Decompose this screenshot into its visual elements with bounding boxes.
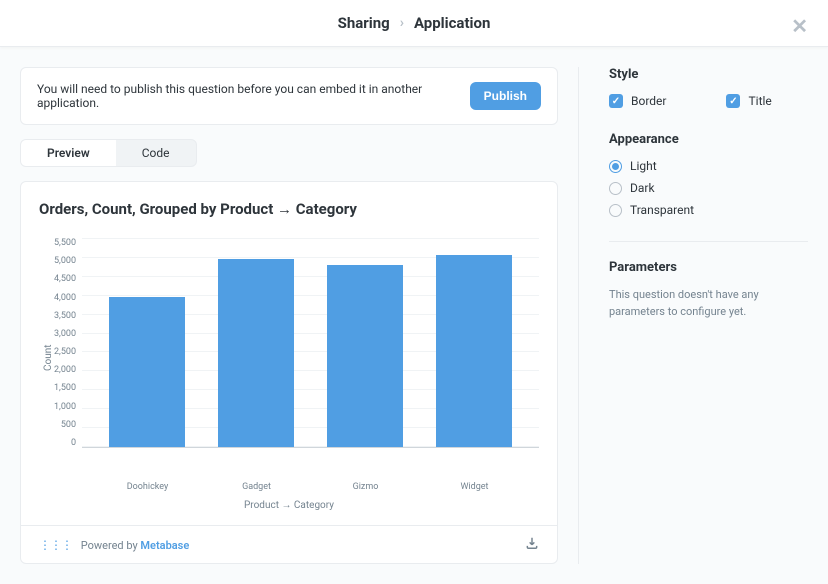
- y-axis-ticks: 5,500 5,000 4,500 4,000 3,500 3,000 2,500 2,000…: [54, 238, 82, 448]
- appearance-heading: Appearance: [609, 132, 808, 147]
- y-tick: 2,000: [54, 365, 76, 375]
- publish-button[interactable]: Publish: [470, 82, 541, 110]
- radio-transparent[interactable]: Transparent: [609, 203, 808, 217]
- y-tick: 3,000: [54, 329, 76, 339]
- y-tick: 0: [71, 438, 76, 448]
- parameters-heading: Parameters: [609, 260, 808, 275]
- parameters-text: This question doesn't have any parameter…: [609, 287, 808, 320]
- crumb-sharing[interactable]: Sharing: [338, 14, 390, 32]
- metabase-link[interactable]: Metabase: [140, 539, 189, 552]
- bar-gadget[interactable]: [218, 259, 294, 447]
- y-tick: 5,500: [54, 238, 76, 248]
- chart-title: Orders, Count, Grouped by Product → Cate…: [39, 200, 539, 218]
- content: You will need to publish this question b…: [0, 47, 828, 584]
- y-tick: 500: [61, 420, 76, 430]
- bars: [82, 238, 539, 447]
- y-tick: 5,000: [54, 256, 76, 266]
- chevron-right-icon: ›: [400, 15, 404, 31]
- left-column: You will need to publish this question b…: [20, 67, 558, 564]
- download-icon[interactable]: [525, 536, 539, 553]
- bar-widget[interactable]: [436, 255, 512, 447]
- radio-icon: [609, 182, 622, 195]
- radio-light[interactable]: Light: [609, 159, 808, 173]
- x-tick: Widget: [437, 482, 513, 492]
- radio-icon: [609, 160, 622, 173]
- y-tick: 4,500: [54, 274, 76, 284]
- bar-doohickey[interactable]: [109, 297, 185, 447]
- style-heading: Style: [609, 67, 808, 82]
- title-checkbox[interactable]: ✓ Title: [726, 94, 771, 108]
- close-icon[interactable]: ✕: [791, 14, 808, 38]
- y-tick: 1,000: [54, 402, 76, 412]
- style-checkboxes: ✓ Border ✓ Title: [609, 94, 808, 108]
- view-tabs: Preview Code: [20, 139, 197, 167]
- appearance-radios: Light Dark Transparent: [609, 159, 808, 217]
- check-icon: ✓: [609, 94, 623, 108]
- divider: [609, 241, 808, 242]
- chart-area: Count 5,500 5,000 4,500 4,000 3,500 3,000 2,50…: [39, 238, 539, 478]
- powered-by: ⋮⋮⋮ Powered by Metabase: [39, 538, 189, 552]
- breadcrumb: Sharing › Application: [338, 14, 491, 32]
- x-axis-label: Product → Category: [39, 500, 539, 511]
- x-tick: Gadget: [219, 482, 295, 492]
- tab-preview[interactable]: Preview: [21, 140, 116, 166]
- preview-card: Orders, Count, Grouped by Product → Cate…: [20, 181, 558, 564]
- y-tick: 3,500: [54, 311, 76, 321]
- x-tick: Doohickey: [110, 482, 186, 492]
- border-checkbox[interactable]: ✓ Border: [609, 94, 666, 108]
- y-tick: 2,500: [54, 347, 76, 357]
- radio-dark[interactable]: Dark: [609, 181, 808, 195]
- x-axis-ticks: Doohickey Gadget Gizmo Widget: [83, 482, 539, 492]
- bar-gizmo[interactable]: [327, 265, 403, 447]
- metabase-logo-icon: ⋮⋮⋮: [39, 538, 72, 552]
- right-column: Style ✓ Border ✓ Title Appearance Light …: [578, 67, 808, 564]
- plot: [82, 238, 539, 448]
- crumb-application: Application: [414, 14, 490, 32]
- check-icon: ✓: [726, 94, 740, 108]
- y-tick: 1,500: [54, 383, 76, 393]
- modal-header: Sharing › Application ✕: [0, 0, 828, 47]
- publish-bar: You will need to publish this question b…: [20, 67, 558, 125]
- y-axis-label: Count: [39, 238, 54, 478]
- x-axis-row: Doohickey Gadget Gizmo Widget: [39, 482, 539, 492]
- x-tick: Gizmo: [328, 482, 404, 492]
- radio-icon: [609, 204, 622, 217]
- card-footer: ⋮⋮⋮ Powered by Metabase: [21, 525, 557, 563]
- tab-code[interactable]: Code: [116, 140, 196, 166]
- y-tick: 4,000: [54, 293, 76, 303]
- publish-message: You will need to publish this question b…: [37, 82, 470, 110]
